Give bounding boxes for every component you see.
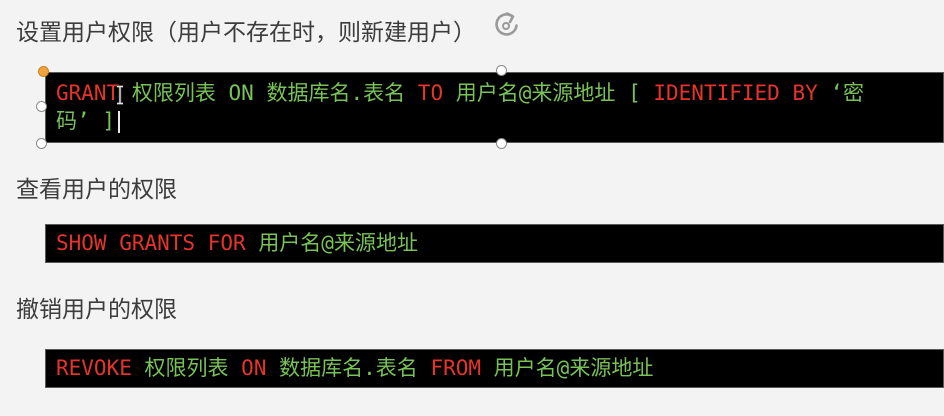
revoke-code-textbox[interactable]: REVOKE 权限列表 ON 数据库名.表名 FROM 用户名@来源地址 bbox=[45, 349, 944, 388]
sql-argument: 数据库名.表名 bbox=[279, 356, 418, 380]
rotate-handle-icon[interactable] bbox=[491, 10, 521, 40]
sql-argument: 码’ bbox=[56, 109, 90, 133]
sql-argument: 权限列表 bbox=[131, 81, 216, 105]
sql-keyword: GRANT bbox=[56, 81, 120, 105]
resize-handle-middle-left[interactable] bbox=[36, 101, 47, 112]
i-beam-cursor-icon bbox=[115, 84, 125, 106]
sql-keyword: TO bbox=[417, 81, 444, 105]
resize-handle-bottom-left[interactable] bbox=[36, 138, 47, 149]
text-caret bbox=[117, 111, 120, 133]
sql-argument: ‘密 bbox=[830, 81, 865, 105]
heading-show-grants: 查看用户的权限 bbox=[16, 177, 177, 203]
sql-argument: 用户名@来源地址 bbox=[455, 81, 616, 105]
code-line: 码’ ] bbox=[56, 107, 944, 135]
sql-argument: 用户名@来源地址 bbox=[258, 231, 418, 255]
sql-argument: [ bbox=[628, 81, 641, 105]
show-grants-code-textbox[interactable]: SHOW GRANTS FOR 用户名@来源地址 bbox=[45, 224, 944, 263]
sql-argument: 数据库名.表名 bbox=[266, 81, 406, 105]
code-line: GRANT 权限列表 ON 数据库名.表名 TO 用户名@来源地址 [ IDEN… bbox=[56, 79, 944, 107]
resize-handle-top-left[interactable] bbox=[38, 66, 49, 77]
sql-argument: ] bbox=[102, 109, 115, 133]
heading-revoke: 撤销用户的权限 bbox=[16, 297, 177, 323]
slide-canvas: 设置用户权限（用户不存在时，则新建用户） GRANT 权限列表 ON 数据库名.… bbox=[0, 0, 944, 416]
sql-keyword: ON bbox=[241, 356, 267, 380]
grant-code-textbox[interactable]: GRANT 权限列表 ON 数据库名.表名 TO 用户名@来源地址 [ IDEN… bbox=[45, 72, 944, 143]
sql-argument: 用户名@来源地址 bbox=[493, 356, 654, 380]
code-line-text: GRANT 权限列表 ON 数据库名.表名 TO 用户名@来源地址 [ IDEN… bbox=[56, 81, 864, 105]
code-line: REVOKE 权限列表 ON 数据库名.表名 FROM 用户名@来源地址 bbox=[56, 354, 944, 382]
sql-keyword: IDENTIFIED BY bbox=[653, 81, 818, 105]
sql-argument: 权限列表 bbox=[144, 356, 229, 380]
resize-handle-top-middle[interactable] bbox=[496, 65, 507, 76]
sql-keyword: REVOKE bbox=[56, 356, 132, 380]
code-line-text: REVOKE 权限列表 ON 数据库名.表名 FROM 用户名@来源地址 bbox=[56, 356, 653, 380]
sql-argument: ON bbox=[228, 81, 254, 105]
resize-handle-bottom-middle[interactable] bbox=[496, 138, 507, 149]
heading-grant: 设置用户权限（用户不存在时，则新建用户） bbox=[16, 20, 476, 46]
code-line-text: 码’ ] bbox=[56, 109, 115, 133]
sql-keyword: FROM bbox=[430, 356, 482, 380]
code-line-text: SHOW GRANTS FOR 用户名@来源地址 bbox=[56, 231, 418, 255]
code-line: SHOW GRANTS FOR 用户名@来源地址 bbox=[56, 229, 944, 257]
sql-keyword: SHOW GRANTS FOR bbox=[56, 231, 246, 255]
